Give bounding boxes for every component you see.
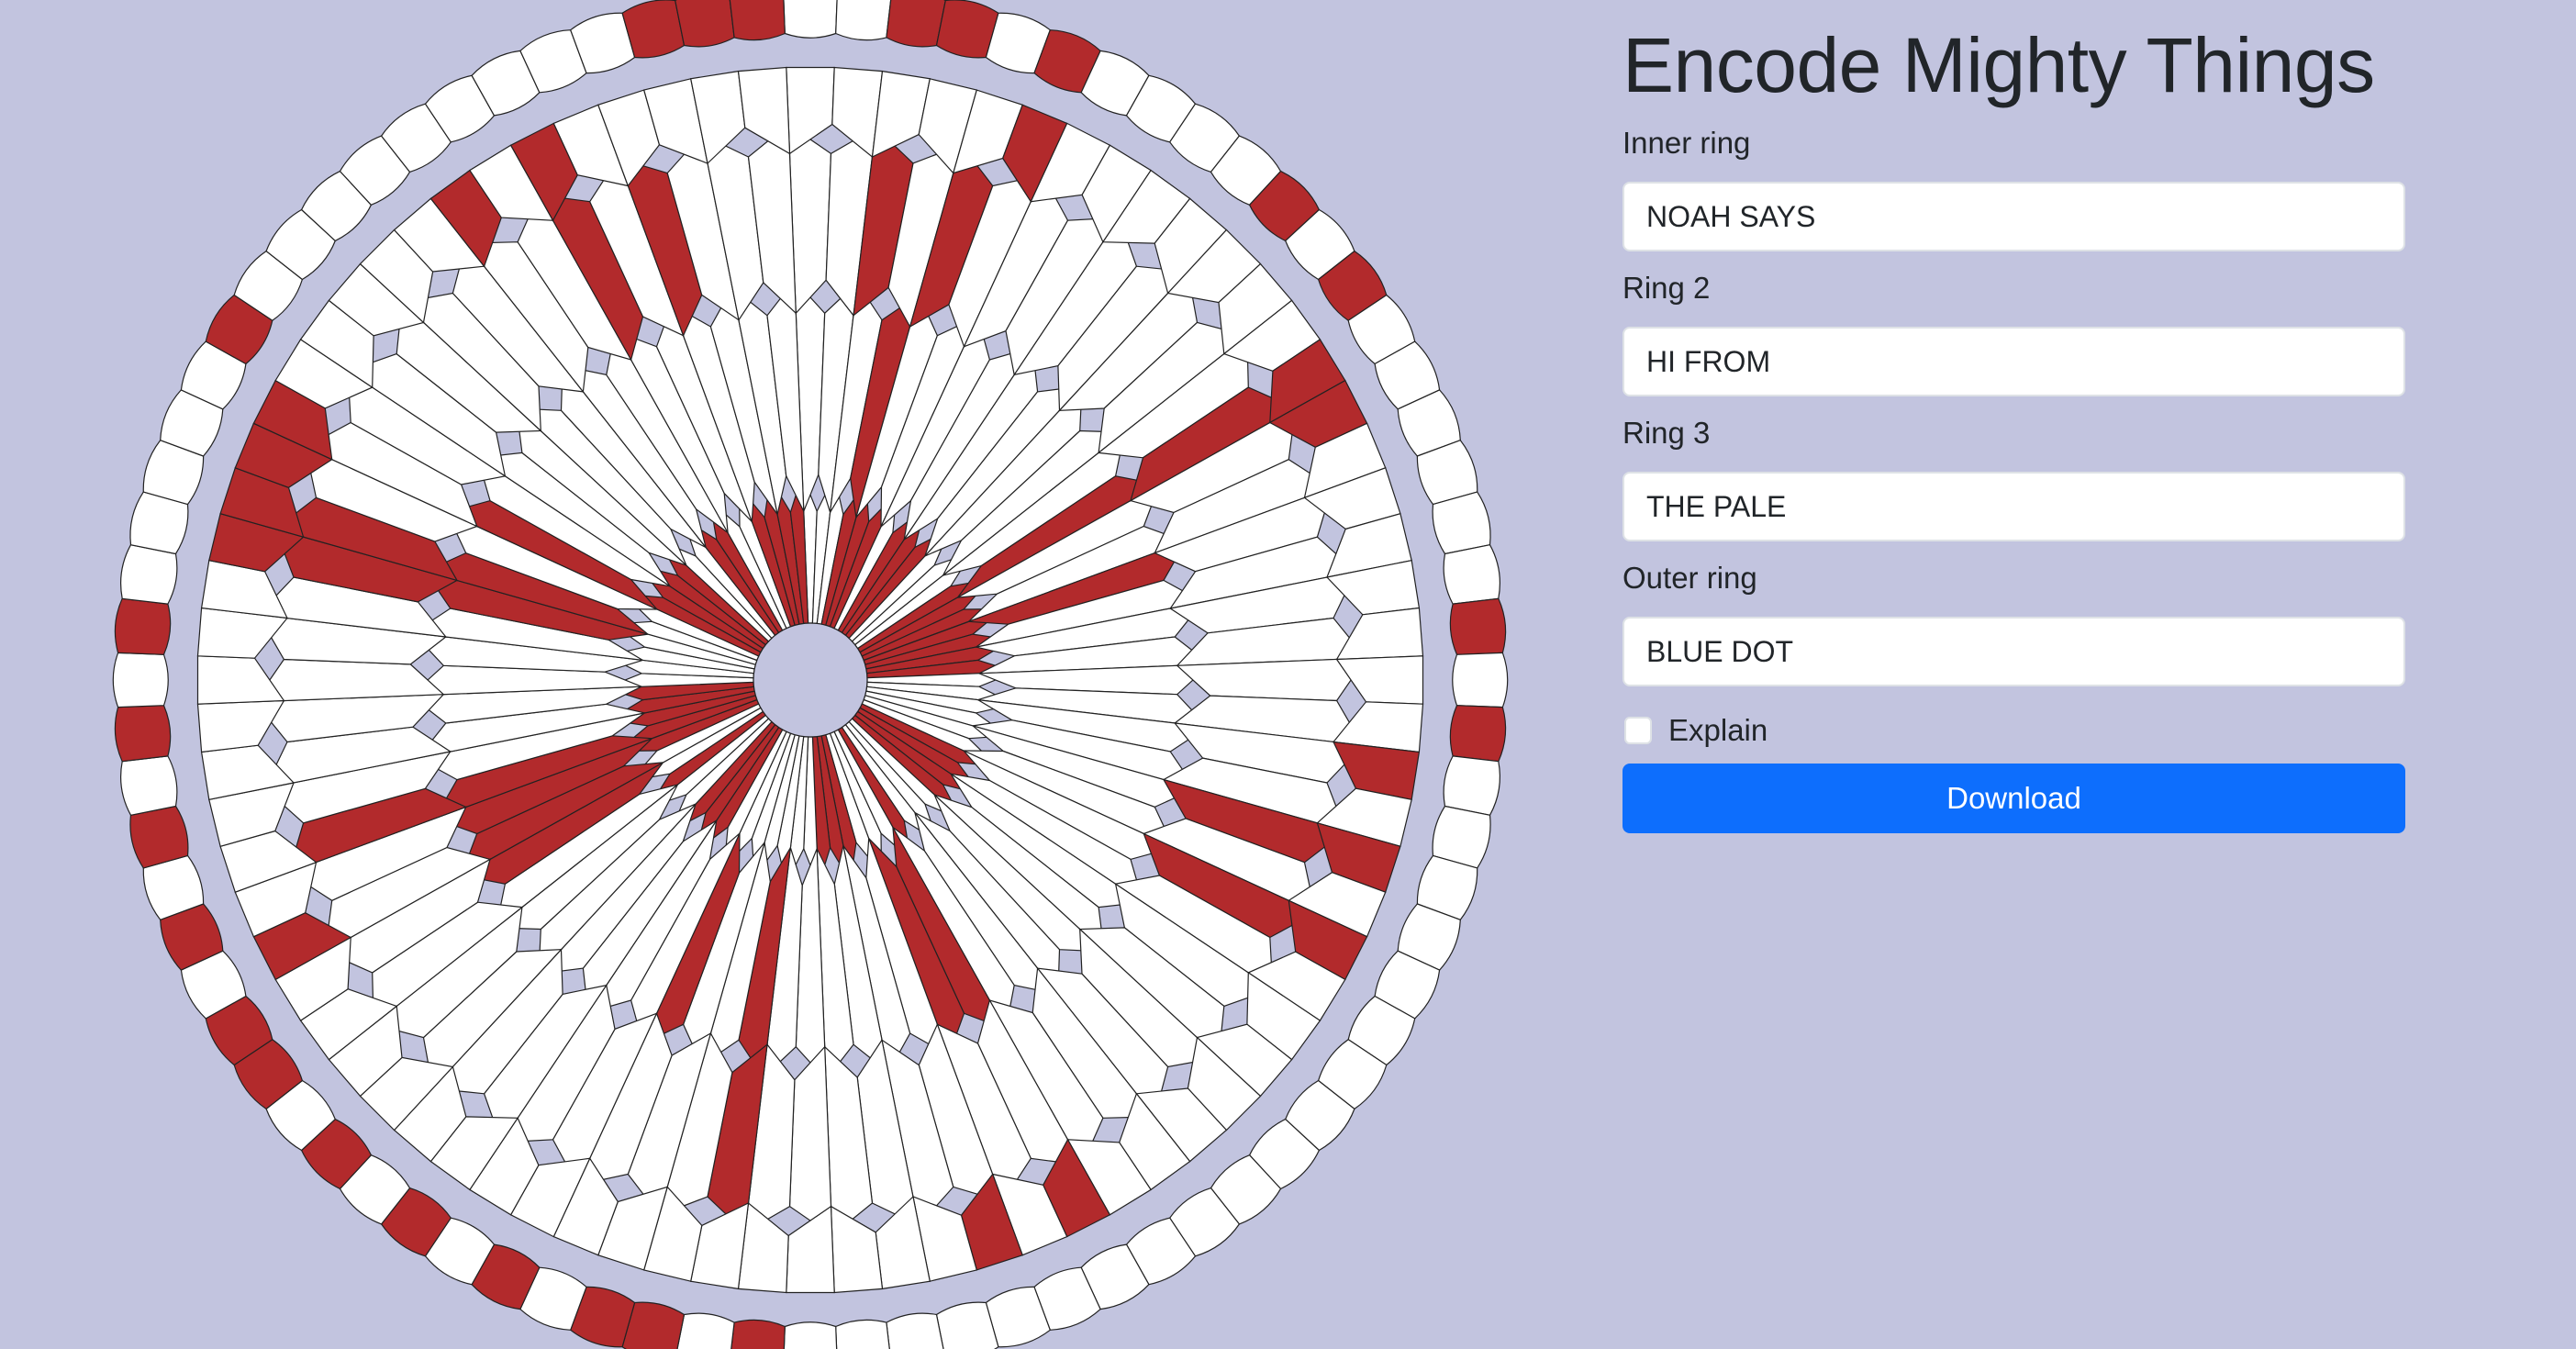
band-cell <box>120 544 178 605</box>
band-cell <box>783 1321 838 1349</box>
ring-2-label: Ring 2 <box>1623 271 1711 305</box>
band-cell <box>835 1319 890 1349</box>
band-cell <box>886 1312 944 1349</box>
encoder-panel: Encode Mighty Things Inner ring Ring 2 R… <box>1623 0 2405 833</box>
band-cell <box>1449 597 1507 655</box>
gore-cell <box>1176 657 1367 702</box>
gore-cell <box>689 1201 750 1290</box>
band-cell <box>675 0 735 48</box>
gore-cell <box>830 1205 884 1294</box>
band-cell <box>1443 755 1500 816</box>
explain-checkbox[interactable] <box>1624 717 1652 744</box>
band-cell <box>730 1319 786 1349</box>
page-title: Encode Mighty Things <box>1623 22 2375 108</box>
gore-cell <box>200 559 289 619</box>
vent-hole <box>753 622 868 738</box>
band-cell <box>114 705 172 763</box>
gore-cell <box>788 1045 833 1237</box>
band-cell <box>112 652 169 708</box>
band-cell <box>835 0 892 41</box>
ring-3-field: Ring 3 <box>1623 415 2405 541</box>
band-cell <box>120 755 178 816</box>
ring-3-label: Ring 3 <box>1623 416 1711 450</box>
band-cell <box>114 597 172 655</box>
explain-label: Explain <box>1668 713 1768 747</box>
inner-ring-label: Inner ring <box>1623 126 1751 160</box>
ring-2-input[interactable] <box>1623 327 2405 396</box>
band-cell <box>676 1312 735 1349</box>
outer-ring-field: Outer ring <box>1623 560 2405 686</box>
download-button[interactable]: Download <box>1623 764 2405 833</box>
gore-cell <box>737 66 791 155</box>
band-cell <box>1443 544 1500 605</box>
gore-cell <box>196 699 285 753</box>
gore-cell <box>871 70 931 159</box>
inner-ring-input[interactable] <box>1623 182 2405 251</box>
band-cell <box>1452 652 1509 708</box>
outer-ring-input[interactable] <box>1623 617 2405 686</box>
band-cell <box>783 0 838 39</box>
ring-3-input[interactable] <box>1623 472 2405 541</box>
inner-ring-field: Inner ring <box>1623 125 2405 251</box>
gore-cell <box>1335 607 1424 661</box>
gore-cell <box>1332 741 1421 801</box>
gore-cell <box>253 658 445 703</box>
explain-row: Explain <box>1623 710 2405 751</box>
parachute-diagram <box>112 0 1509 1349</box>
band-cell <box>729 0 786 41</box>
app-root: Encode Mighty Things Inner ring Ring 2 R… <box>0 0 2576 1349</box>
outer-ring-label: Outer ring <box>1623 561 1757 595</box>
band-cell <box>1449 705 1507 763</box>
ring-2-field: Ring 2 <box>1623 270 2405 396</box>
band-cell <box>886 0 946 48</box>
